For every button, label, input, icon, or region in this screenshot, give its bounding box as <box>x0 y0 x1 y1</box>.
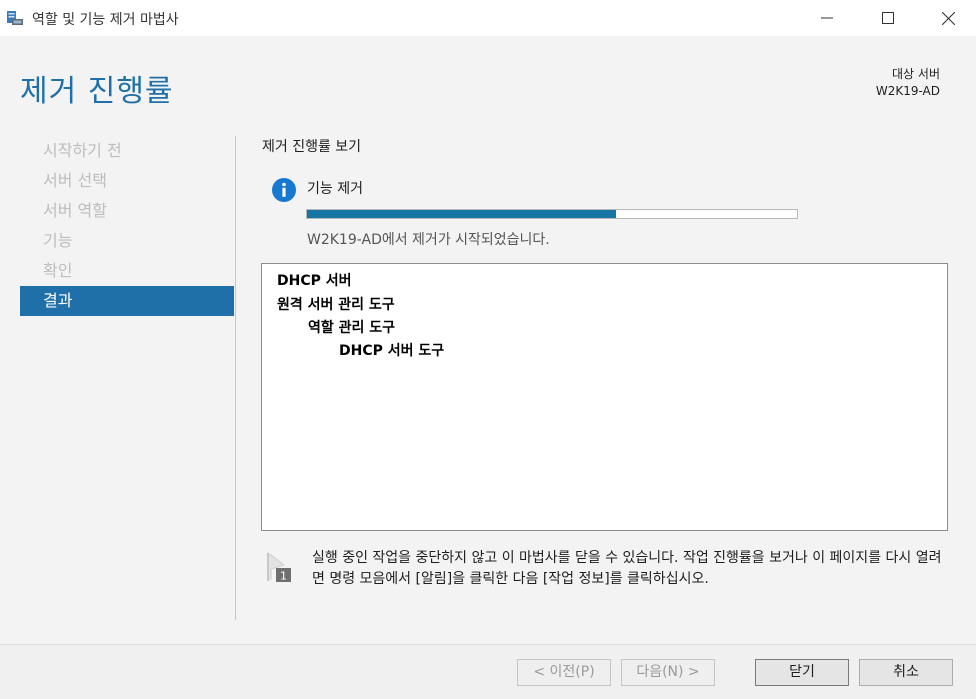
nav-item-server-selection[interactable]: 서버 선택 <box>20 166 234 196</box>
result-item-role-admin-tools: 역할 관리 도구 <box>308 320 396 336</box>
minimize-button[interactable] <box>804 0 850 36</box>
removal-status-text: W2K19-AD에서 제거가 시작되었습니다. <box>307 232 550 248</box>
result-item-rsat: 원격 서버 관리 도구 <box>277 297 395 313</box>
nav-divider <box>235 136 236 620</box>
server-manager-app-icon <box>7 11 23 25</box>
nav-item-confirmation[interactable]: 확인 <box>20 256 234 286</box>
target-server-label: 대상 서버 <box>892 67 940 81</box>
wizard-steps-nav: 시작하기 전 서버 선택 서버 역할 기능 확인 결과 <box>20 136 234 316</box>
wizard-footer: < 이전(P) 다음(N) > 닫기 취소 <box>0 644 976 699</box>
notification-badge-number: 1 <box>280 570 287 583</box>
section-title: 제거 진행률 보기 <box>262 139 362 155</box>
cancel-button[interactable]: 취소 <box>859 659 953 686</box>
title-bar: 역할 및 기능 제거 마법사 <box>0 0 976 36</box>
maximize-button[interactable] <box>865 0 911 36</box>
progress-fill <box>307 210 616 218</box>
next-button[interactable]: 다음(N) > <box>621 659 715 686</box>
result-item-dhcp-server-tools: DHCP 서버 도구 <box>339 343 445 359</box>
nav-item-server-roles[interactable]: 서버 역할 <box>20 196 234 226</box>
wizard-content: 시작하기 전 서버 선택 서버 역할 기능 확인 결과 제거 진행률 보기 기능… <box>0 124 976 644</box>
nav-item-results[interactable]: 결과 <box>20 286 234 316</box>
target-server-name: W2K19-AD <box>875 84 940 98</box>
notification-flag-icon: 1 <box>267 552 291 583</box>
info-icon <box>272 178 296 202</box>
minimize-icon <box>821 17 833 19</box>
results-list: DHCP 서버 원격 서버 관리 도구 역할 관리 도구 DHCP 서버 도구 <box>261 263 948 531</box>
previous-button[interactable]: < 이전(P) <box>517 659 611 686</box>
nav-item-before-you-begin[interactable]: 시작하기 전 <box>20 136 234 166</box>
nav-item-features[interactable]: 기능 <box>20 226 234 256</box>
close-button[interactable]: 닫기 <box>755 659 849 686</box>
result-item-dhcp-server: DHCP 서버 <box>277 273 352 289</box>
removal-progress-bar <box>306 209 798 219</box>
target-server-block: 대상 서버 W2K19-AD <box>876 66 940 100</box>
feature-removal-label: 기능 제거 <box>307 181 363 197</box>
close-window-button[interactable] <box>925 0 971 36</box>
window-title: 역할 및 기능 제거 마법사 <box>32 12 179 28</box>
close-wizard-note: 실행 중인 작업을 중단하지 않고 이 마법사를 닫을 수 있습니다. 작업 진… <box>312 550 942 587</box>
page-title: 제거 진행률 <box>20 74 174 109</box>
wizard-header: 제거 진행률 대상 서버 W2K19-AD <box>0 36 976 124</box>
close-icon <box>941 11 955 25</box>
maximize-icon <box>882 12 894 24</box>
